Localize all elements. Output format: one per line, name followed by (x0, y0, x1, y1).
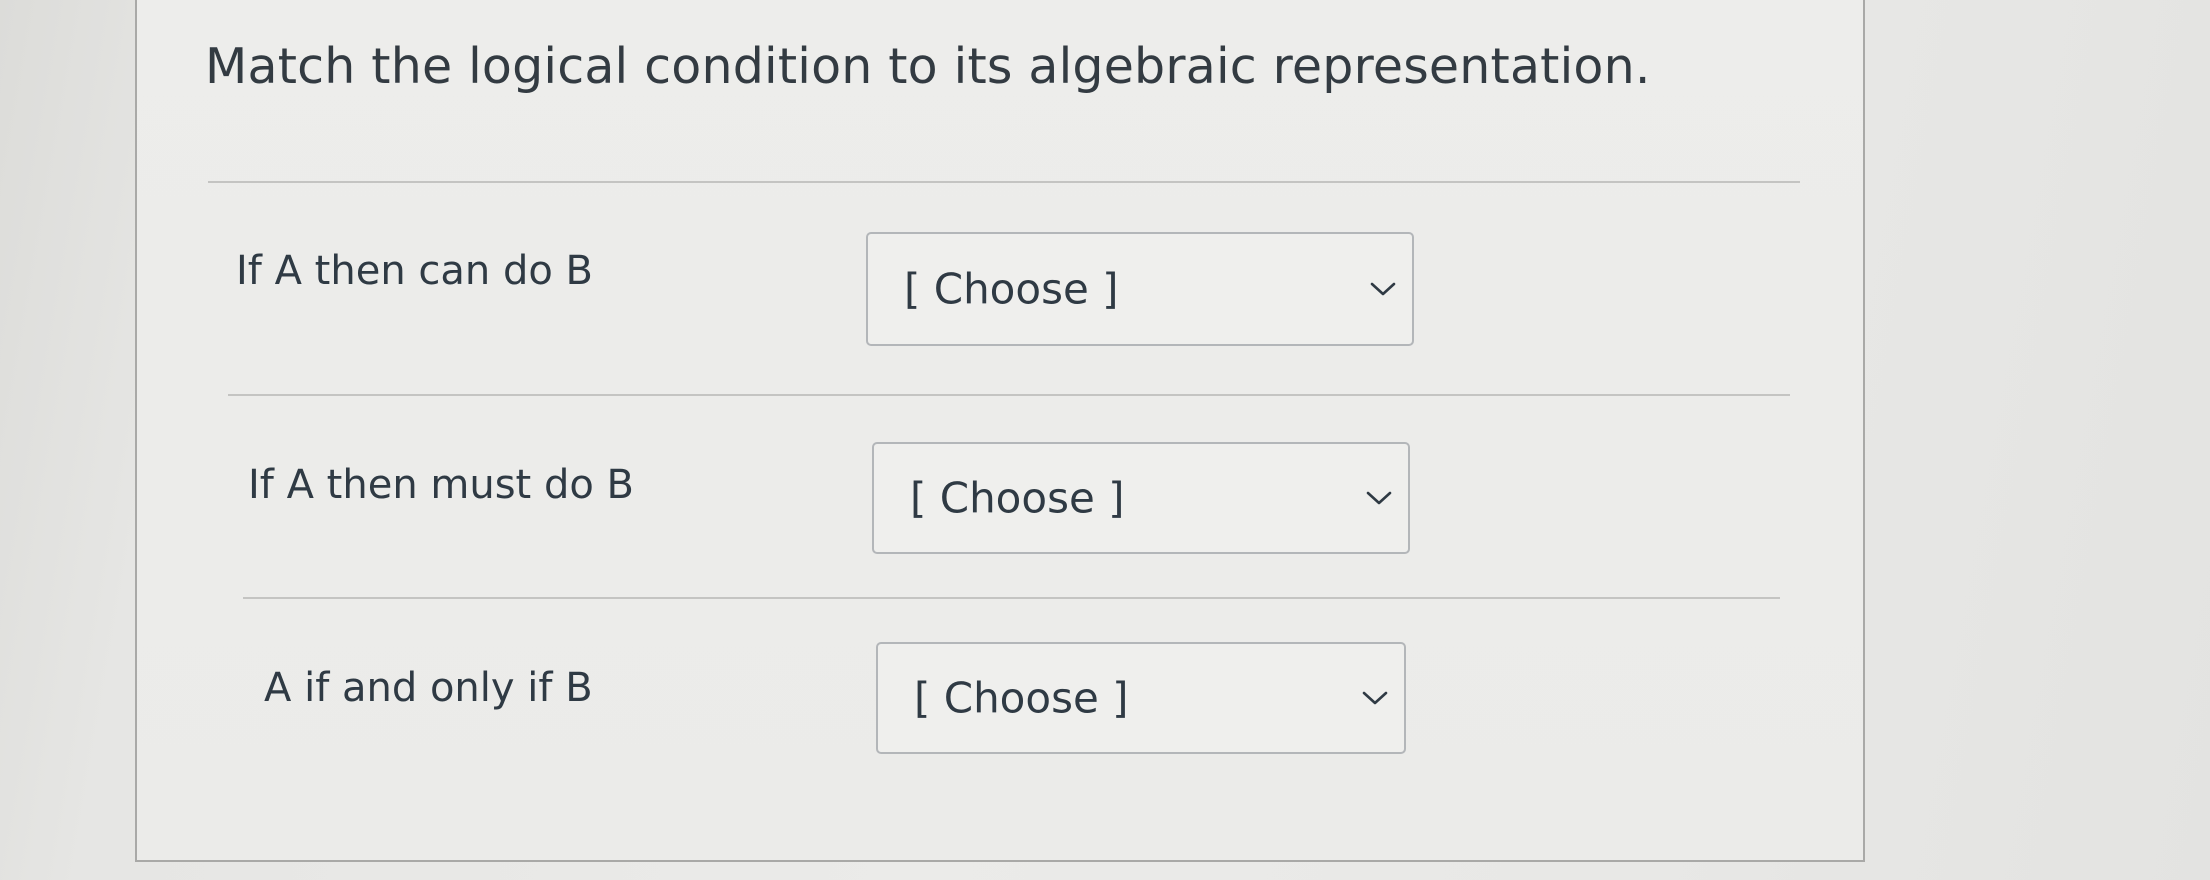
select-value-2: [ Choose ] (910, 473, 1125, 523)
answer-select-2[interactable]: [ Choose ] (872, 442, 1410, 554)
select-value-3: [ Choose ] (914, 673, 1129, 723)
question-text: Match the logical condition to its algeb… (205, 38, 1651, 95)
answer-select-1[interactable]: [ Choose ] (866, 232, 1414, 346)
answer-select-3[interactable]: [ Choose ] (876, 642, 1406, 754)
chevron-down-icon (1362, 691, 1388, 705)
match-prompt-2: If A then must do B (248, 462, 634, 508)
divider (208, 181, 1800, 183)
select-value-1: [ Choose ] (904, 264, 1119, 314)
match-prompt-1: If A then can do B (236, 248, 593, 294)
chevron-down-icon (1366, 491, 1392, 505)
divider (243, 597, 1780, 599)
divider (228, 394, 1790, 396)
chevron-down-icon (1370, 282, 1396, 296)
match-prompt-3: A if and only if B (264, 665, 593, 711)
